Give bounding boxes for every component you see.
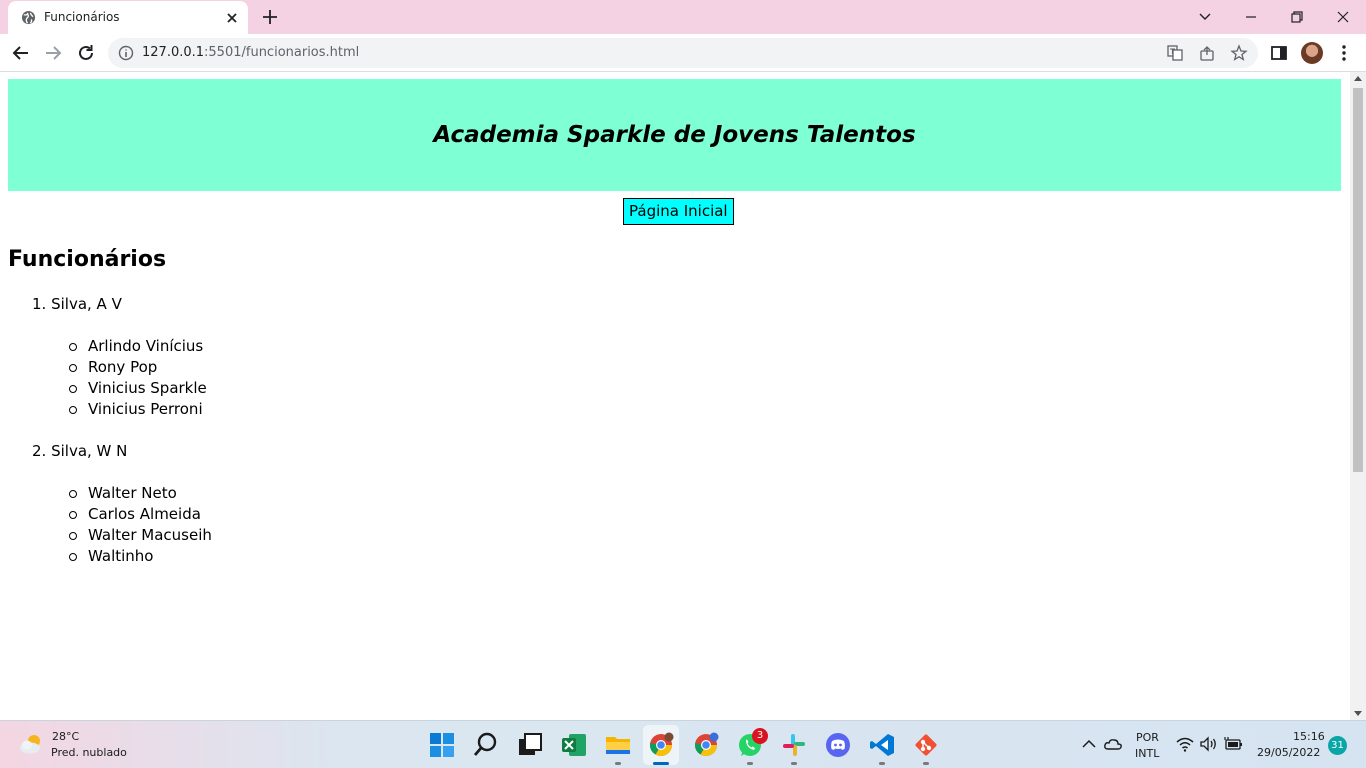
clock-time[interactable]: 15:16: [1293, 730, 1325, 743]
weather-description: Pred. nublado: [51, 746, 127, 759]
close-tab-icon[interactable]: [224, 10, 240, 26]
chrome-profile-icon[interactable]: [692, 731, 720, 759]
running-indicator: [791, 762, 797, 765]
sub-list: Walter Neto Carlos Almeida Walter Macuse…: [68, 483, 212, 567]
slack-icon[interactable]: [780, 731, 808, 759]
weather-partly-cloudy-icon[interactable]: [18, 731, 46, 757]
battery-icon[interactable]: [1223, 735, 1243, 753]
keyboard-layout-indicator[interactable]: INTL: [1135, 747, 1159, 760]
running-indicator: [879, 762, 885, 765]
page-title: Funcionários: [8, 247, 167, 272]
list-item: Waltinho: [68, 546, 212, 567]
wifi-icon[interactable]: [1175, 735, 1195, 753]
close-window-icon[interactable]: [1333, 7, 1353, 27]
share-icon[interactable]: [1198, 44, 1216, 62]
file-explorer-icon[interactable]: [604, 731, 632, 759]
search-icon[interactable]: [472, 731, 500, 759]
list-item: Vinicius Sparkle: [68, 378, 207, 399]
page-header: Academia Sparkle de Jovens Talentos: [8, 79, 1341, 191]
scroll-up-icon[interactable]: [1354, 76, 1362, 81]
volume-icon[interactable]: [1199, 735, 1219, 753]
list-item: Arlindo Vinícius: [68, 336, 207, 357]
list-item: Walter Macuseih: [68, 525, 212, 546]
browser-tab[interactable]: Funcionários: [8, 1, 248, 34]
group-label: 1. Silva, A V: [32, 295, 122, 313]
list-item: Vinicius Perroni: [68, 399, 207, 420]
language-indicator[interactable]: POR: [1136, 731, 1159, 744]
active-indicator: [653, 762, 669, 765]
tab-search-chevron-icon[interactable]: [1195, 7, 1215, 27]
list-item: Walter Neto: [68, 483, 212, 504]
git-icon[interactable]: [912, 731, 940, 759]
restore-icon[interactable]: [1287, 7, 1307, 27]
tab-title: Funcionários: [44, 10, 120, 24]
list-item: Rony Pop: [68, 357, 207, 378]
globe-icon: [21, 10, 36, 25]
back-icon[interactable]: [10, 42, 32, 64]
task-view-icon[interactable]: [516, 731, 544, 759]
bookmark-star-icon[interactable]: [1230, 44, 1248, 62]
address-bar[interactable]: 127.0.0.1:5501/funcionarios.html: [108, 38, 1258, 68]
site-info-icon[interactable]: [118, 45, 134, 61]
vscode-icon[interactable]: [868, 731, 896, 759]
home-link-button[interactable]: Página Inicial: [623, 198, 734, 225]
vertical-scrollbar[interactable]: [1350, 72, 1366, 720]
chrome-icon[interactable]: [647, 731, 675, 759]
whatsapp-badge: 3: [752, 728, 768, 744]
browser-toolbar: 127.0.0.1:5501/funcionarios.html: [0, 34, 1366, 72]
group-label: 2. Silva, W N: [32, 442, 128, 460]
side-panel-icon[interactable]: [1268, 42, 1290, 64]
chevron-up-icon[interactable]: [1080, 735, 1098, 753]
profile-avatar[interactable]: [1301, 42, 1323, 64]
page-viewport: Academia Sparkle de Jovens Talentos Pági…: [0, 72, 1350, 720]
forward-icon[interactable]: [42, 42, 64, 64]
new-tab-icon[interactable]: [261, 8, 279, 26]
url-text: 127.0.0.1:5501/funcionarios.html: [142, 45, 359, 60]
translate-icon[interactable]: [1166, 44, 1184, 62]
minimize-icon[interactable]: [1241, 7, 1261, 27]
running-indicator: [747, 762, 753, 765]
group-name: Silva, W N: [51, 442, 128, 460]
tab-strip: Funcionários: [0, 0, 1366, 34]
site-title: Academia Sparkle de Jovens Talentos: [433, 122, 916, 148]
list-item: Carlos Almeida: [68, 504, 212, 525]
sub-list: Arlindo Vinícius Rony Pop Vinicius Spark…: [68, 336, 207, 420]
menu-kebab-icon[interactable]: [1333, 42, 1355, 64]
onedrive-cloud-icon[interactable]: [1103, 735, 1123, 753]
running-indicator: [615, 762, 621, 765]
discord-icon[interactable]: [824, 731, 852, 759]
url-path: :5501/funcionarios.html: [204, 45, 360, 60]
scroll-thumb[interactable]: [1353, 88, 1363, 472]
url-host: 127.0.0.1: [142, 45, 205, 60]
running-indicator: [923, 762, 929, 765]
scroll-down-icon[interactable]: [1354, 711, 1362, 716]
excel-icon[interactable]: [560, 731, 588, 759]
clock-date[interactable]: 29/05/2022: [1257, 746, 1320, 759]
start-icon[interactable]: [428, 731, 456, 759]
notification-count-badge[interactable]: 31: [1328, 736, 1347, 755]
reload-icon[interactable]: [75, 42, 97, 64]
weather-temperature: 28°C: [52, 730, 80, 743]
taskbar: 28°C Pred. nublado 3 POR INTL 15:16 29/0…: [0, 720, 1366, 768]
group-name: Silva, A V: [51, 295, 122, 313]
